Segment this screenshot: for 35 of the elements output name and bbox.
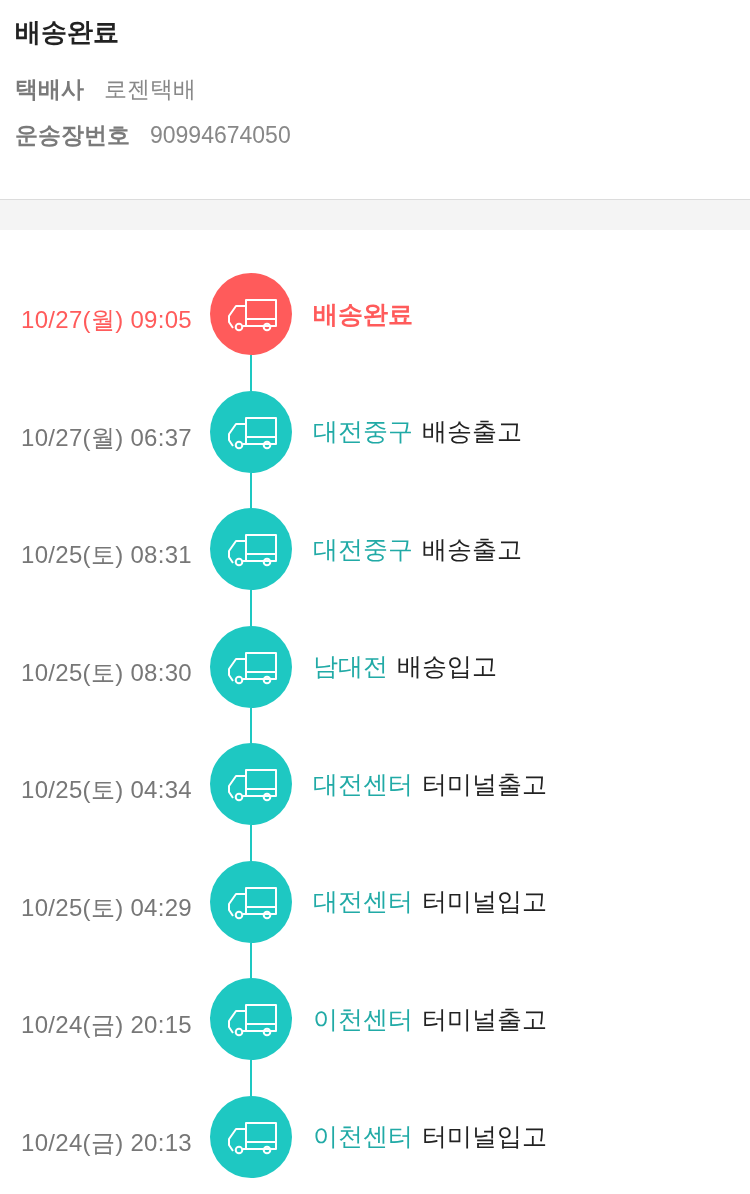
event-time: 10/25(토) 08:31 (20, 540, 192, 570)
event-time: 10/25(토) 04:29 (20, 892, 192, 923)
event-status: 배송완료 (313, 298, 413, 330)
event-location: 대전중구 (313, 416, 413, 447)
event-status: 터미널출고 (422, 768, 547, 800)
page-title: 배송완료 (15, 16, 120, 49)
event-time: 10/25(토) 04:34 (20, 775, 192, 805)
event-status: 배송입고 (397, 651, 497, 682)
timeline-connector (250, 590, 252, 626)
event-location: 이천센터 (313, 1121, 413, 1152)
field-label: 택배사 (15, 75, 84, 104)
field-value: 90994674050 (150, 121, 291, 150)
event-location: 이천센터 (313, 1003, 413, 1035)
event-time: 10/27(월) 06:37 (20, 422, 192, 453)
event-status: 배송출고 (422, 533, 522, 565)
event-location: 대전중구 (313, 533, 413, 565)
timeline-connector (250, 1060, 252, 1096)
timeline-connector (250, 472, 252, 508)
timeline-connector (250, 355, 252, 391)
field-value: 로젠택배 (104, 75, 196, 104)
field-label: 운송장번호 (15, 121, 130, 150)
event-status: 터미널입고 (422, 886, 547, 917)
event-status: 터미널출고 (422, 1003, 547, 1035)
event-location: 대전센터 (313, 886, 413, 917)
event-time: 10/25(토) 08:30 (20, 657, 192, 688)
event-time: 10/24(금) 20:15 (20, 1010, 192, 1040)
timeline-connector (250, 825, 252, 861)
timeline-connector (250, 707, 252, 743)
event-location: 대전센터 (313, 768, 413, 800)
event-status: 배송출고 (422, 416, 522, 447)
event-status: 터미널입고 (422, 1121, 547, 1152)
timeline-connector (250, 942, 252, 978)
event-time: 10/24(금) 20:13 (20, 1127, 192, 1158)
event-location: 남대전 (313, 651, 388, 682)
event-time: 10/27(월) 09:05 (20, 305, 192, 335)
